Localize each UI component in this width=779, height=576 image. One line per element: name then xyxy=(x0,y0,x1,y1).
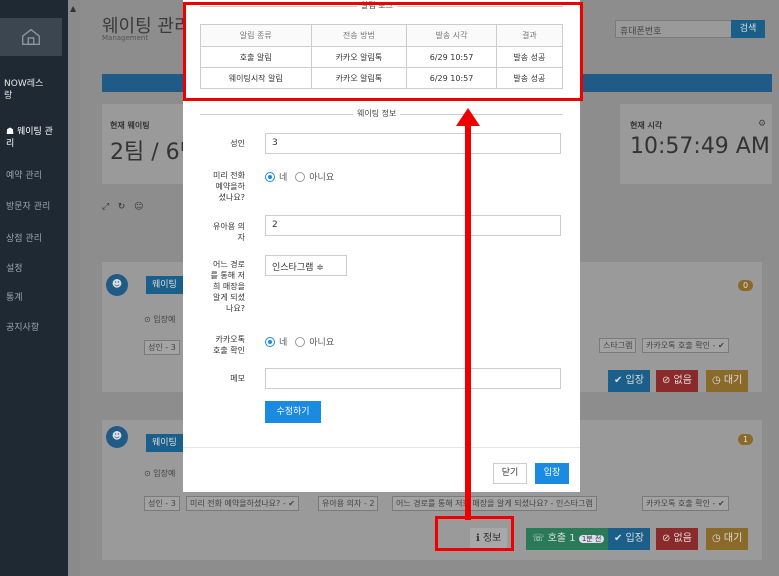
users-icon: ☗ xyxy=(6,127,17,137)
adult-label: 성인 xyxy=(230,139,245,148)
kakao-radio-group: 네 아니요 xyxy=(265,335,334,348)
memo-label: 메모 xyxy=(230,374,245,383)
yes-label: 네 xyxy=(279,338,288,348)
user-icon[interactable]: ☺ xyxy=(134,202,143,212)
page-subtitle: Management xyxy=(102,34,149,42)
pill-route: 스타그램 xyxy=(599,338,637,353)
wait-button[interactable]: ◷ 대기 xyxy=(706,528,749,550)
sidebar-item-settings[interactable]: 설정 xyxy=(0,263,68,275)
no-label: 아니요 xyxy=(309,173,335,183)
sidebar-item-stats[interactable]: 통계 xyxy=(0,292,68,304)
call-label: ☏ 호출 1 xyxy=(532,533,576,544)
refresh-icon[interactable]: ↻ xyxy=(118,202,126,212)
memo-input[interactable] xyxy=(265,368,561,389)
none-button[interactable]: ⊘ 없음 xyxy=(656,528,698,550)
entry-time-text: ⊙ 입장예 xyxy=(144,469,176,478)
reserve-label: 미리 전화 예약을하 셨나요? xyxy=(213,171,245,202)
sidebar-item-store[interactable]: 상점 관리 xyxy=(0,233,68,245)
sidebar-item-waiting[interactable]: ☗ 웨이팅 관 리 xyxy=(0,126,68,150)
child-seat-input[interactable]: 2 xyxy=(265,215,561,236)
count-badge: 1 xyxy=(738,434,754,445)
route-label: 어느 경로 를 통해 저 희 매장을 알게 되셨 나요? xyxy=(210,260,245,313)
waiting-button[interactable]: 웨이팅 xyxy=(146,434,183,452)
waiting-button[interactable]: 웨이팅 xyxy=(146,276,183,294)
scroll-up-icon[interactable]: ▲ xyxy=(70,4,76,13)
pill-child-seat: 유아용 의자 - 2 xyxy=(318,496,379,511)
pill-route: 어느 경로를 통해 저희 매장을 알게 되셨나요? - 인스타그램 xyxy=(392,496,597,511)
enter-button[interactable]: ✔ 입장 xyxy=(608,528,650,550)
reserve-radio-group: 네 아니요 xyxy=(265,170,334,183)
sidebar-item-notice[interactable]: 공지사항 xyxy=(0,322,68,334)
current-time-value: 10:57:49 AM xyxy=(630,134,770,159)
entry-time-text: ⊙ 입장예 xyxy=(144,315,176,324)
sidebar: NOW레스 랑 ☗ 웨이팅 관 리 예약 관리 방문자 관리 상점 관리 설정 … xyxy=(0,0,68,576)
current-waiting-label: 현재 웨이팅 xyxy=(110,121,150,130)
close-button[interactable]: 닫기 xyxy=(493,463,527,484)
search-button[interactable]: 검색 xyxy=(731,20,765,38)
pill-adult: 성인 - 3 xyxy=(144,340,180,355)
scrollbar[interactable]: ▲ xyxy=(68,0,80,576)
sidebar-item-reservation[interactable]: 예약 관리 xyxy=(0,170,68,182)
pill-adult: 성인 - 3 xyxy=(144,496,180,511)
child-seat-label: 유아용 의 자 xyxy=(213,222,245,242)
divider xyxy=(183,447,580,448)
reserve-yes-radio[interactable] xyxy=(265,171,275,182)
count-badge: 0 xyxy=(738,280,754,291)
current-time-label: 현재 시각 xyxy=(630,121,663,130)
avatar: ☻ xyxy=(106,426,128,448)
kakao-no-radio[interactable] xyxy=(295,336,306,347)
pill-reserve: 미리 전화 예약을하셨나요? - ✔ xyxy=(186,496,299,511)
avatar: ☻ xyxy=(106,274,128,296)
call-time-badge: 1분 전 xyxy=(578,535,605,543)
pill-kakao: 카카오톡 호출 확인 - ✔ xyxy=(642,496,729,511)
modal-enter-button[interactable]: 입장 xyxy=(535,463,569,484)
wait-button[interactable]: ◷ 대기 xyxy=(706,370,749,392)
call-button[interactable]: ☏ 호출 1 1분 전 xyxy=(526,528,611,550)
annotation-arrow-head xyxy=(456,108,480,126)
kakao-label: 카카오톡 호출 확인 xyxy=(213,335,245,355)
home-logo[interactable] xyxy=(0,18,62,56)
none-button[interactable]: ⊘ 없음 xyxy=(656,370,698,392)
route-select[interactable]: 인스타그램 ≑ xyxy=(265,255,347,276)
info-button-highlight-box xyxy=(435,516,514,551)
adult-input[interactable]: 3 xyxy=(265,133,561,154)
brand-name: NOW레스 랑 xyxy=(4,79,44,101)
reserve-no-radio[interactable] xyxy=(295,171,306,182)
info-section-title: 웨이팅 정보 xyxy=(353,108,401,119)
current-time-box: 현재 시각 10:57:49 AM ⚙ xyxy=(620,104,772,184)
expand-icon[interactable]: ⤢ xyxy=(102,202,109,212)
enter-button[interactable]: ✔ 입장 xyxy=(608,370,650,392)
home-icon xyxy=(22,28,40,46)
yes-label: 네 xyxy=(279,173,288,183)
gear-icon[interactable]: ⚙ xyxy=(758,119,766,129)
no-label: 아니요 xyxy=(309,338,335,348)
pill-kakao: 카카오톡 호출 확인 - ✔ xyxy=(642,338,729,353)
toolbar: ⤢ ↻ ☺ xyxy=(102,202,143,212)
kakao-yes-radio[interactable] xyxy=(265,336,275,347)
log-highlight-box xyxy=(183,2,583,101)
sidebar-item-visitors[interactable]: 방문자 관리 xyxy=(0,201,68,213)
edit-button[interactable]: 수정하기 xyxy=(265,401,321,423)
annotation-arrow xyxy=(465,124,471,520)
